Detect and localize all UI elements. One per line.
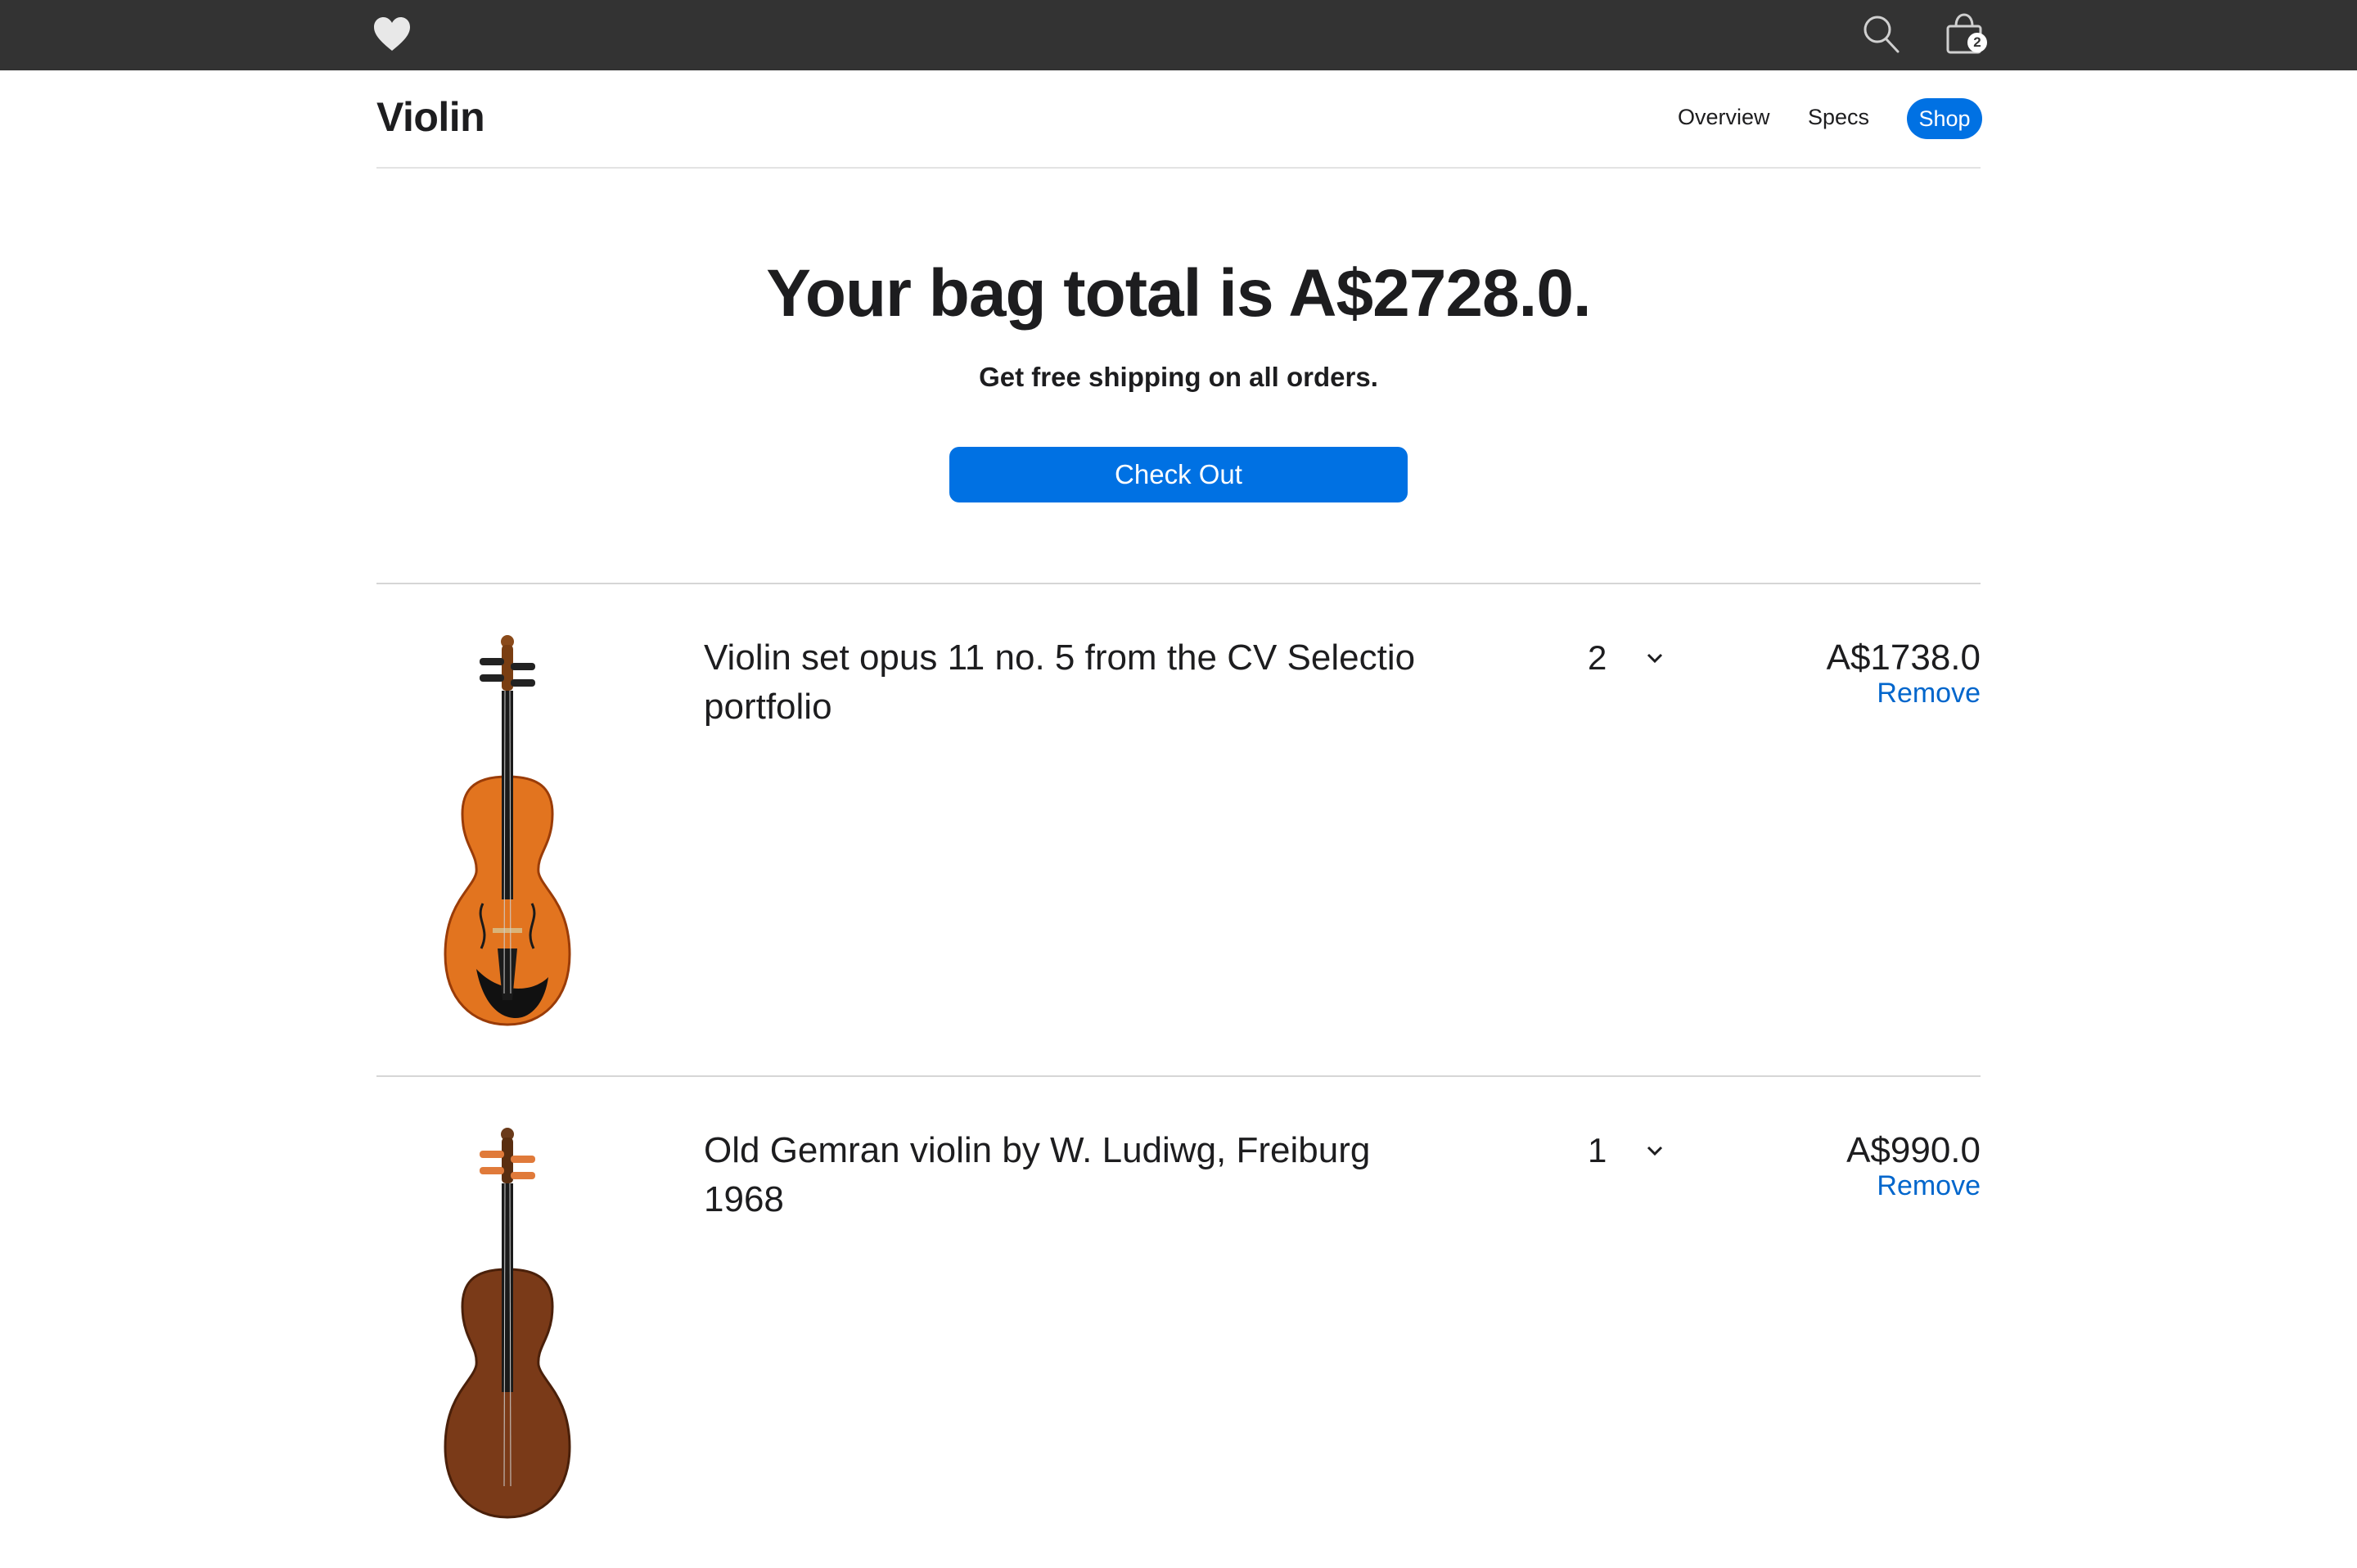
- nav-link-specs[interactable]: Specs: [1808, 105, 1869, 130]
- heart-icon[interactable]: [373, 16, 411, 52]
- chevron-down-icon: [1647, 653, 1663, 664]
- item-name[interactable]: Old Gemran violin by W. Ludiwg, Freiburg…: [704, 1126, 1457, 1224]
- item-price: A$1738.0: [1826, 638, 1981, 678]
- violin-image: [444, 635, 571, 1026]
- product-title[interactable]: Violin: [376, 93, 485, 141]
- global-nav-bar: 2: [0, 0, 2357, 70]
- bag-total-headline: Your bag total is A$2728.0.: [766, 256, 1591, 331]
- quantity-value: 2: [1588, 638, 1607, 677]
- item-name[interactable]: Violin set opus 11 no. 5 from the CV Sel…: [704, 633, 1457, 732]
- nav-link-shop[interactable]: Shop: [1907, 98, 1982, 139]
- bag-item: Violin set opus 11 no. 5 from the CV Sel…: [376, 584, 1981, 1075]
- item-price: A$990.0: [1846, 1130, 1981, 1170]
- checkout-button[interactable]: Check Out: [949, 447, 1408, 502]
- nav-link-overview[interactable]: Overview: [1678, 105, 1770, 130]
- quantity-select[interactable]: 1: [1588, 1126, 1686, 1175]
- quantity-select[interactable]: 2: [1588, 633, 1686, 683]
- chevron-down-icon: [1647, 1146, 1663, 1156]
- bag-count-badge: 2: [1967, 33, 1987, 52]
- search-icon[interactable]: [1863, 15, 1900, 54]
- remove-link[interactable]: Remove: [1877, 1170, 1981, 1202]
- bag-item: Old Gemran violin by W. Ludiwg, Freiburg…: [376, 1077, 1981, 1568]
- product-nav: Violin Overview Specs Shop: [376, 70, 1982, 169]
- remove-link[interactable]: Remove: [1877, 678, 1981, 710]
- quantity-value: 1: [1588, 1131, 1607, 1169]
- violin-image: [444, 1128, 571, 1519]
- shipping-note: Get free shipping on all orders.: [979, 362, 1378, 392]
